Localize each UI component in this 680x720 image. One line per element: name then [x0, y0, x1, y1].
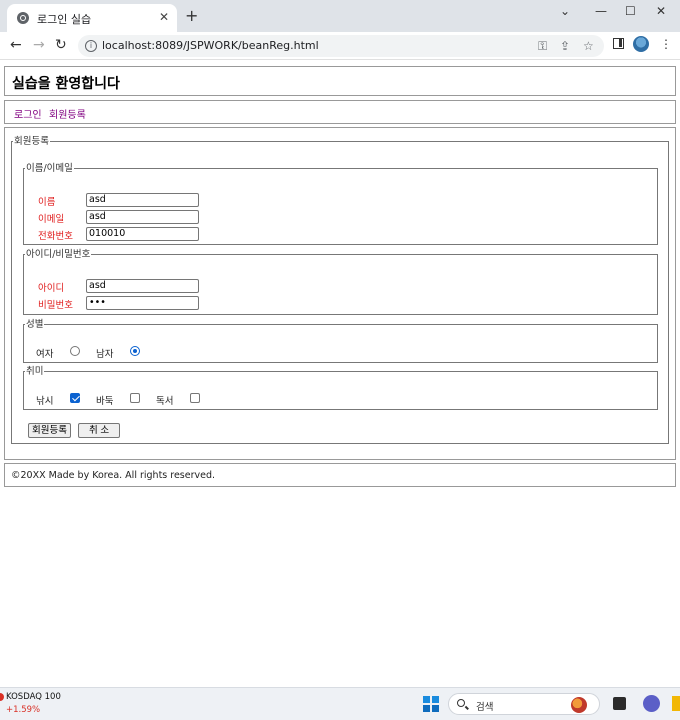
register-fieldset: 회원등록 이름/이메일 이름 asd 이메일 asd 전화번호 010010 아…: [11, 136, 669, 444]
register-link[interactable]: 회원등록: [49, 106, 86, 121]
reading-label: 독서: [156, 396, 174, 407]
browser-toolbar: ← → ↻ i localhost:8089/JSPWORK/beanReg.h…: [0, 32, 680, 60]
page-header: 실습을 환영합니다: [4, 66, 676, 96]
taskbar-search-placeholder[interactable]: 검색: [476, 699, 493, 713]
id-password-fieldset: 아이디/비밀번호 아이디 asd 비밀번호 •••: [23, 249, 658, 315]
search-highlight-icon: [571, 697, 587, 713]
star-icon[interactable]: ☆: [583, 39, 594, 53]
page-viewport: 실습을 환영합니다 로그인 회원등록 회원등록 이름/이메일 이름 asd 이메…: [0, 61, 680, 687]
taskbar-app-icon[interactable]: [613, 697, 626, 710]
stock-indicator-icon: [0, 693, 4, 701]
menu-icon[interactable]: ⋮: [660, 37, 672, 51]
male-radio[interactable]: [130, 346, 140, 356]
password-label: 비밀번호: [38, 300, 73, 311]
name-email-fieldset: 이름/이메일 이름 asd 이메일 asd 전화번호 010010: [23, 163, 658, 245]
male-label: 남자: [96, 349, 114, 360]
profile-icon[interactable]: [633, 36, 649, 52]
female-label: 여자: [36, 349, 54, 360]
address-bar[interactable]: i localhost:8089/JSPWORK/beanReg.html ⚿ …: [78, 35, 604, 57]
gender-fieldset: 성별 여자 남자: [23, 319, 658, 363]
stock-widget-name[interactable]: KOSDAQ 100: [6, 692, 61, 702]
page-title: 실습을 환영합니다: [12, 76, 120, 92]
close-window-button[interactable]: ✕: [656, 4, 666, 18]
new-tab-button[interactable]: +: [185, 8, 198, 24]
reload-icon[interactable]: ↻: [55, 37, 67, 53]
windows-logo-icon[interactable]: [423, 696, 439, 712]
id-label: 아이디: [38, 283, 65, 294]
minimize-button[interactable]: —: [595, 4, 607, 18]
email-input[interactable]: asd: [86, 210, 199, 224]
cancel-button[interactable]: 취 소: [78, 423, 120, 438]
hobby-legend: 취미: [26, 366, 44, 377]
fishing-label: 낚시: [36, 396, 54, 407]
tab-title: 로그인 실습: [37, 13, 92, 26]
register-legend: 회원등록: [14, 136, 49, 147]
gender-legend: 성별: [26, 319, 44, 330]
baduk-checkbox[interactable]: [130, 393, 140, 403]
tab-search-chevron-icon[interactable]: ⌄: [560, 4, 570, 18]
url-text[interactable]: localhost:8089/JSPWORK/beanReg.html: [102, 39, 319, 52]
browser-tab[interactable]: 로그인 실습 ✕: [7, 4, 177, 32]
password-input[interactable]: •••: [86, 296, 199, 310]
info-icon[interactable]: i: [85, 40, 97, 52]
baduk-label: 바둑: [96, 396, 114, 407]
taskbar-chat-icon[interactable]: [643, 695, 660, 712]
tab-close-icon[interactable]: ✕: [159, 10, 169, 24]
id-password-legend: 아이디/비밀번호: [26, 249, 91, 260]
login-link[interactable]: 로그인: [14, 106, 42, 121]
page-nav: 로그인 회원등록: [4, 100, 676, 124]
maximize-button[interactable]: ☐: [625, 4, 636, 18]
register-button[interactable]: 회원등록: [28, 423, 71, 438]
taskbar-folder-icon[interactable]: [672, 696, 680, 711]
browser-tab-bar: 로그인 실습 ✕ + ⌄ — ☐ ✕: [0, 0, 680, 32]
taskbar-search[interactable]: 검색: [448, 693, 600, 715]
footer-text: ©20XX Made by Korea. All rights reserved…: [11, 470, 216, 481]
hobby-fieldset: 취미 낚시 바둑 독서: [23, 366, 658, 410]
name-label: 이름: [38, 197, 56, 208]
globe-icon: [17, 12, 29, 24]
female-radio[interactable]: [70, 346, 80, 356]
stock-widget-change[interactable]: +1.59%: [6, 705, 40, 715]
fishing-checkbox[interactable]: [70, 393, 80, 403]
search-icon: [457, 699, 465, 707]
share-icon[interactable]: ⇪: [560, 39, 570, 53]
forward-icon[interactable]: →: [33, 37, 45, 53]
back-icon[interactable]: ←: [10, 37, 22, 53]
main-section: 회원등록 이름/이메일 이름 asd 이메일 asd 전화번호 010010 아…: [4, 127, 676, 460]
id-input[interactable]: asd: [86, 279, 199, 293]
phone-input[interactable]: 010010: [86, 227, 199, 241]
reading-checkbox[interactable]: [190, 393, 200, 403]
name-input[interactable]: asd: [86, 193, 199, 207]
taskbar: KOSDAQ 100 +1.59% 검색: [0, 687, 680, 720]
page-footer: ©20XX Made by Korea. All rights reserved…: [4, 463, 676, 487]
side-panel-icon[interactable]: [613, 38, 624, 49]
email-label: 이메일: [38, 214, 65, 225]
name-email-legend: 이름/이메일: [26, 163, 73, 174]
key-icon[interactable]: ⚿: [538, 39, 547, 54]
phone-label: 전화번호: [38, 231, 73, 242]
